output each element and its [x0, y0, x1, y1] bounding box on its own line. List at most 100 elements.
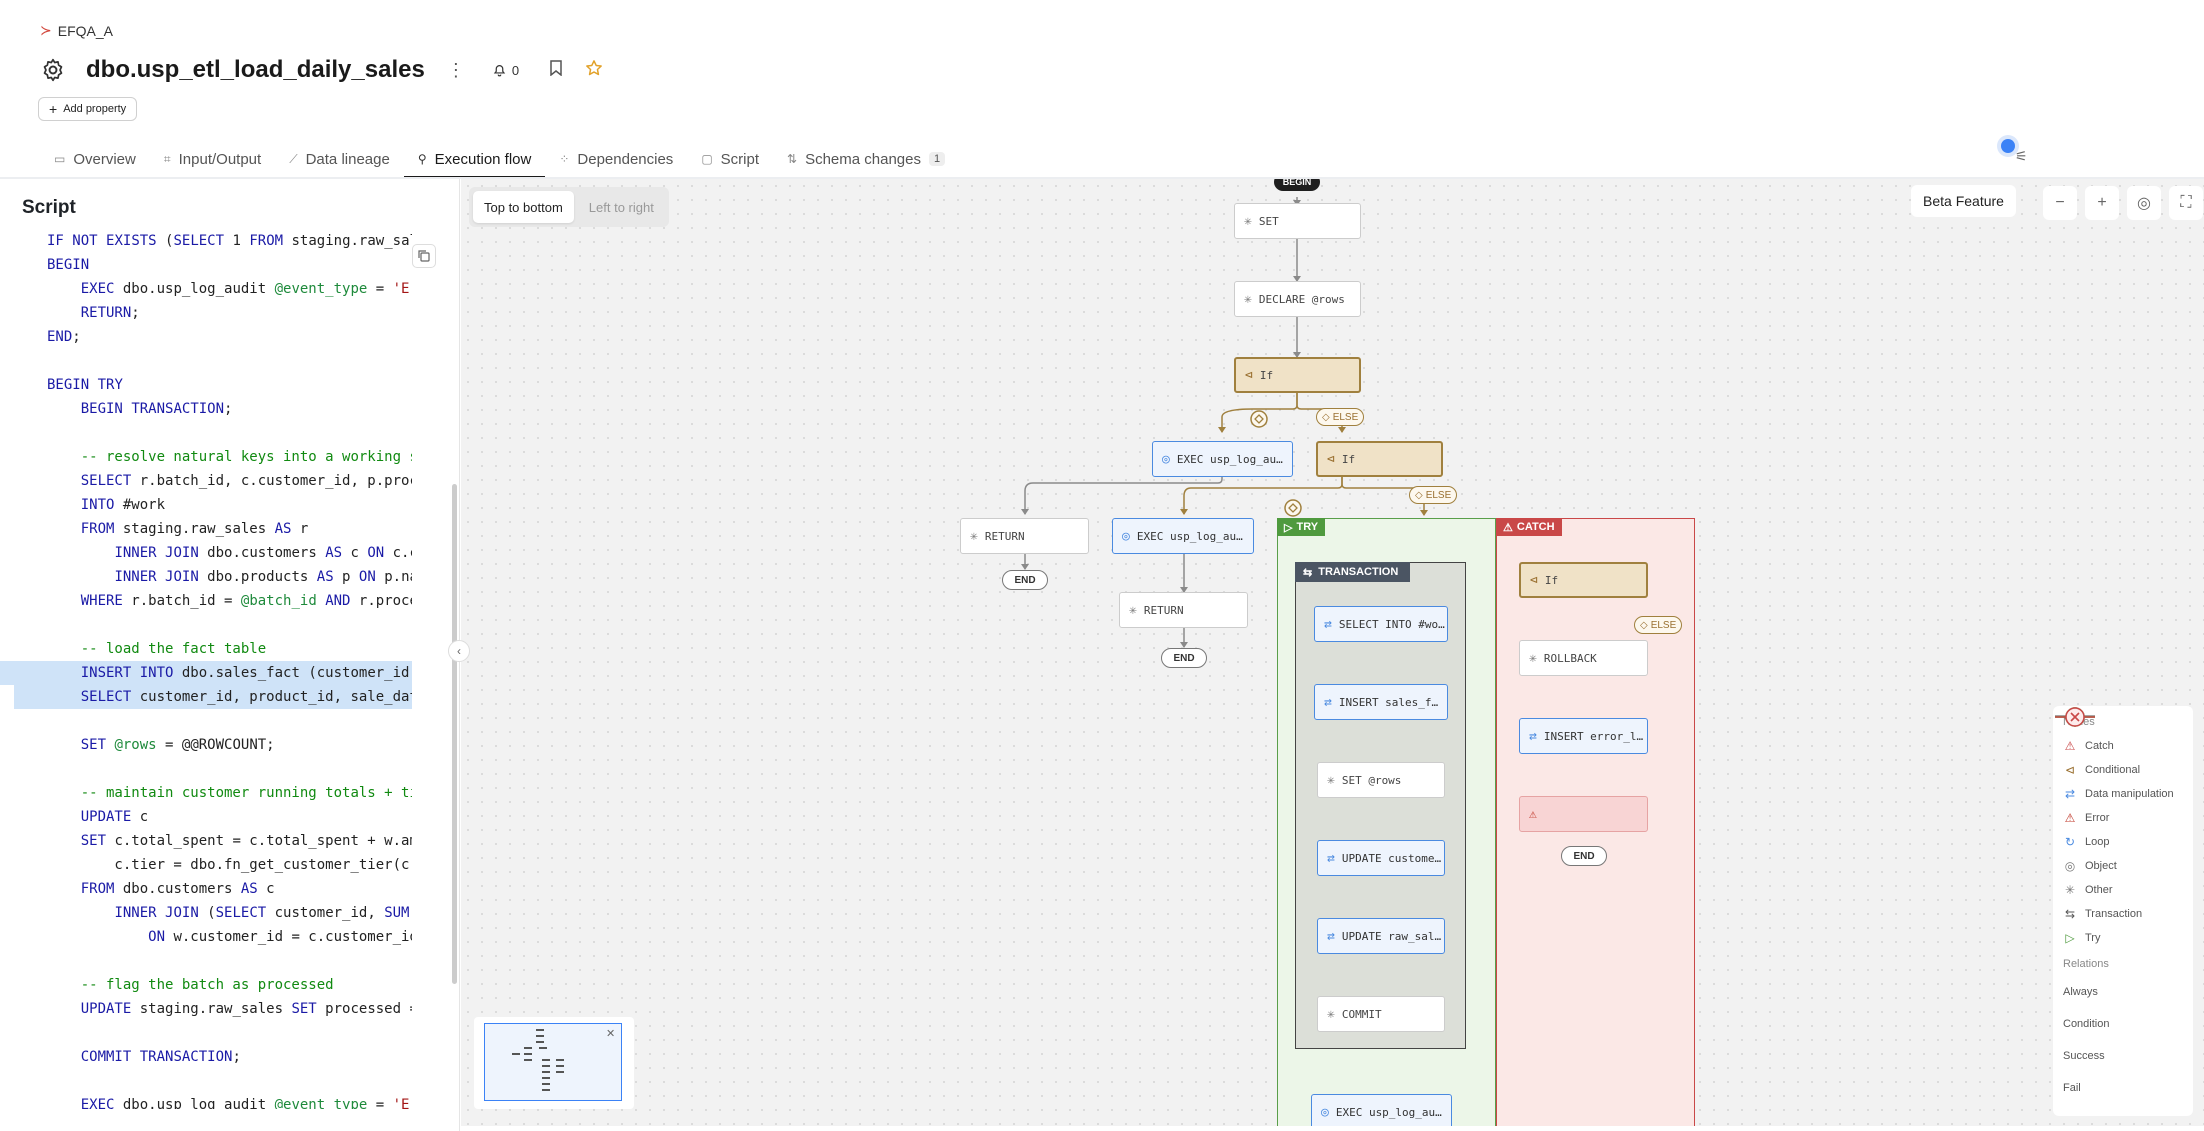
- status-dot: [2001, 139, 2015, 153]
- data-manipulation-icon: ⇄: [1327, 850, 1335, 866]
- legend-item: ⇆ Transaction: [2064, 907, 2143, 921]
- catch-label: ⚠ CATCH: [1496, 518, 1562, 536]
- tab-script[interactable]: ▢ Script: [687, 140, 773, 178]
- node-insert-error[interactable]: ⇄ INSERT error_l…: [1519, 718, 1648, 754]
- asterisk-icon: ✳: [1327, 772, 1335, 788]
- more-options-icon[interactable]: ⋮: [447, 60, 465, 81]
- legend-relation: Fail: [2055, 707, 2183, 1104]
- asterisk-icon: ✳: [1529, 650, 1537, 666]
- star-icon[interactable]: [585, 59, 603, 82]
- tab-dependencies[interactable]: ⁘ Dependencies: [545, 140, 687, 178]
- script-scrollbar[interactable]: [452, 484, 457, 984]
- code-line: COMMIT TRANSACTION;: [80, 1049, 241, 1065]
- add-property-button[interactable]: + Add property: [38, 97, 138, 121]
- legend-relation: Success: [2055, 707, 2183, 1072]
- notification-count: 0: [511, 62, 520, 78]
- node-update-customers[interactable]: ⇄ UPDATE custome…: [1317, 840, 1445, 876]
- node-exec-2[interactable]: ◎ EXEC usp_log_au…: [1112, 518, 1254, 554]
- code-line: UPDATE staging.raw_sales SET processed =: [80, 1001, 412, 1017]
- legend-relation: Condition: [2055, 707, 2183, 1040]
- diamond-icon: ◇: [1322, 411, 1330, 423]
- code-line: WHERE r.batch_id = @batch_id AND r.proce: [80, 593, 412, 609]
- asterisk-icon: ✳: [1244, 291, 1252, 307]
- diamond-icon: ◇: [1640, 619, 1648, 631]
- left-to-right-button[interactable]: Left to right: [578, 191, 665, 223]
- minimap-close-icon: ✕: [606, 1028, 615, 1040]
- conditional-icon: ⊲: [1530, 572, 1538, 588]
- minus-icon: −: [2055, 194, 2065, 211]
- node-set-rows[interactable]: ✳ SET @rows: [1317, 762, 1445, 798]
- node-update-raw[interactable]: ⇄ UPDATE raw_sal…: [1317, 918, 1445, 954]
- filter-settings-icon[interactable]: ⚟: [2015, 148, 2028, 165]
- zoom-out-button[interactable]: −: [2043, 186, 2077, 220]
- node-if-1[interactable]: ⊲ If: [1234, 357, 1361, 393]
- node-raiseerror[interactable]: ⚠: [1519, 796, 1648, 832]
- bookmark-icon[interactable]: [549, 59, 563, 81]
- copy-button[interactable]: [412, 244, 436, 268]
- end-node: END: [1161, 648, 1207, 668]
- code-line: INNER JOIN (SELECT customer_id, SUM(: [114, 905, 412, 921]
- legend-item: ◎ Object: [2064, 859, 2117, 873]
- node-commit[interactable]: ✳ COMMIT: [1317, 996, 1445, 1032]
- code-view[interactable]: IF NOT EXISTS (SELECT 1 FROM staging.raw…: [0, 229, 412, 1109]
- node-if-2[interactable]: ⊲ If: [1316, 441, 1443, 477]
- code-line: EXEC dbo.usp_log_audit @event_type = 'E: [80, 1097, 410, 1109]
- tab-execution-flow[interactable]: ⚲ Execution flow: [403, 140, 546, 178]
- code-line: INSERT INTO dbo.sales_fact (customer_id: [0, 661, 412, 685]
- node-rollback[interactable]: ✳ ROLLBACK: [1519, 640, 1648, 676]
- error-icon: ⚠: [1529, 806, 1537, 822]
- asterisk-icon: ✳: [1244, 213, 1252, 229]
- node-return-2[interactable]: ✳ RETURN: [1119, 592, 1248, 628]
- node-exec-1[interactable]: ◎ EXEC usp_log_au…: [1152, 441, 1293, 477]
- conditional-icon: ⊲: [2064, 763, 2076, 777]
- code-line: RETURN;: [80, 305, 140, 321]
- data-manipulation-icon: ⇄: [1529, 728, 1537, 744]
- end-node: END: [1561, 846, 1607, 866]
- legend-item: ▷ Try: [2063, 926, 2183, 950]
- top-to-bottom-button[interactable]: Top to bottom: [473, 191, 574, 223]
- node-set[interactable]: ✳ SET: [1234, 203, 1361, 239]
- tab-schema-changes[interactable]: ⇅ Schema changes 1: [773, 140, 959, 178]
- fullscreen-button[interactable]: ⛶: [2169, 186, 2203, 220]
- legend-item: ↻ Loop: [2064, 835, 2110, 849]
- tab-overview[interactable]: ▭ Overview: [40, 140, 150, 178]
- asterisk-icon: ✳: [2064, 883, 2076, 897]
- code-line: -- maintain customer running totals + ti: [80, 785, 412, 801]
- warning-icon: ⚠: [1503, 521, 1513, 534]
- recenter-button[interactable]: ◎: [2127, 186, 2161, 220]
- collapse-panel-button[interactable]: ‹: [448, 640, 470, 662]
- error-icon: ⚠: [2064, 811, 2076, 825]
- transaction-icon: ⇆: [1303, 566, 1313, 579]
- notifications-button[interactable]: 0: [493, 63, 519, 78]
- tab-data-lineage[interactable]: ⟋ Data lineage: [275, 140, 404, 178]
- play-icon: ▷: [2065, 931, 2075, 945]
- legend-item: ✳ Other: [2064, 883, 2113, 897]
- tab-input-output[interactable]: ⌗ Input/Output: [150, 140, 275, 178]
- asterisk-icon: ✳: [1129, 602, 1137, 618]
- plus-icon: +: [49, 101, 58, 117]
- breadcrumb[interactable]: ≻ EFQA_A: [40, 22, 113, 39]
- node-insert-sales[interactable]: ⇄ INSERT sales_f…: [1314, 684, 1448, 720]
- node-select-into[interactable]: ⇄ SELECT INTO #wo…: [1314, 606, 1448, 642]
- minimap[interactable]: ✕: [474, 1017, 634, 1109]
- asterisk-icon: ✳: [970, 528, 978, 544]
- node-declare[interactable]: ✳ DECLARE @rows: [1234, 281, 1361, 317]
- code-line: BEGIN: [47, 257, 90, 273]
- gear-icon: [38, 55, 68, 85]
- node-if-3[interactable]: ⊲ If: [1519, 562, 1648, 598]
- node-return-1[interactable]: ✳ RETURN: [960, 518, 1089, 554]
- node-exec-3[interactable]: ◎ EXEC usp_log_au…: [1311, 1094, 1452, 1126]
- zoom-in-button[interactable]: +: [2085, 186, 2119, 220]
- asterisk-icon: ✳: [1327, 1006, 1335, 1022]
- else-label: ◇ ELSE: [1634, 616, 1683, 634]
- plus-icon: +: [2097, 194, 2107, 211]
- fullscreen-icon: ⛶: [2180, 194, 2192, 211]
- code-line: FROM dbo.customers AS c: [80, 881, 275, 897]
- breadcrumb-label[interactable]: EFQA_A: [58, 23, 113, 39]
- execution-flow-canvas[interactable]: Top to bottom Left to right Beta Feature…: [461, 179, 2204, 1126]
- code-line: SET c.total_spent = c.total_spent + w.am: [80, 833, 412, 849]
